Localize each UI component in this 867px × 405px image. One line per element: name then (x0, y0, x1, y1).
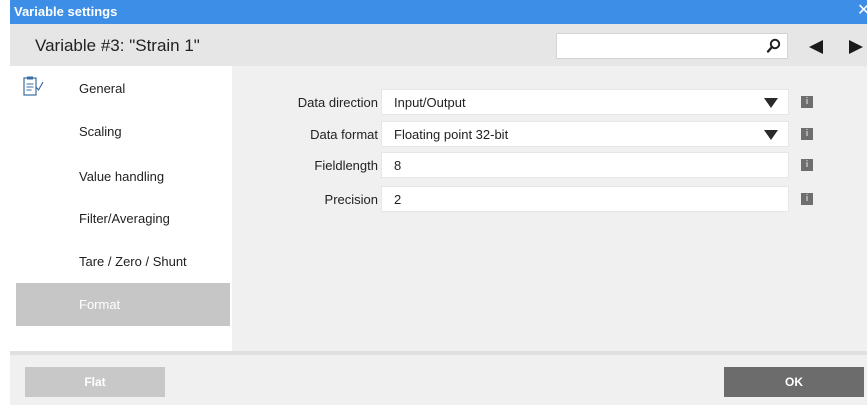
info-icon[interactable]: i (801, 96, 813, 108)
search-icon[interactable] (765, 37, 783, 55)
precision-value: 2 (394, 192, 402, 207)
data-format-dropdown[interactable]: Floating point 32-bit (381, 121, 789, 147)
previous-variable-icon[interactable] (808, 39, 824, 55)
sidebar-item-label: Scaling (79, 124, 122, 139)
fieldlength-input[interactable]: 8 (381, 152, 789, 178)
variable-title: Variable #3: "Strain 1" (35, 36, 200, 55)
data-format-value: Floating point 32-bit (394, 127, 509, 142)
data-direction-value: Input/Output (394, 95, 466, 110)
title-bar: Variable settings ✕ (10, 0, 867, 24)
flat-button[interactable]: Flat (25, 367, 165, 397)
dialog-footer: Flat OK (10, 355, 867, 405)
sidebar-item-label: Format (79, 297, 121, 312)
chevron-down-icon (764, 130, 778, 140)
data-format-label: Data format (310, 127, 378, 142)
sidebar-item-label: Tare / Zero / Shunt (79, 254, 187, 269)
search-box (556, 33, 788, 59)
precision-label: Precision (324, 192, 378, 207)
variable-settings-window: Variable settings ✕ Variable #3: "Strain… (10, 0, 867, 405)
sidebar-item-tare-zero-shunt[interactable]: Tare / Zero / Shunt (16, 240, 230, 283)
sidebar-item-format[interactable]: Format (16, 283, 230, 326)
variable-header: Variable #3: "Strain 1" (10, 24, 867, 66)
sidebar-item-general[interactable]: General (16, 67, 230, 110)
sidebar-item-label: Value handling (79, 169, 165, 184)
sidebar-item-value-handling[interactable]: Value handling (16, 155, 230, 198)
ok-button[interactable]: OK (724, 367, 864, 397)
sidebar-item-label: Filter/Averaging (79, 211, 170, 226)
settings-sidebar: General Scaling Value handling Filter/Av… (10, 66, 232, 351)
data-format-row: Data format Floating point 32-bit i (232, 121, 867, 147)
info-icon[interactable]: i (801, 193, 813, 205)
info-icon[interactable]: i (801, 159, 813, 171)
format-settings-panel: Data direction Input/Output i Data forma… (232, 66, 867, 351)
close-icon[interactable]: ✕ (857, 3, 867, 19)
sidebar-item-label: General (79, 81, 126, 96)
next-variable-icon[interactable] (848, 39, 864, 55)
sidebar-item-filter-averaging[interactable]: Filter/Averaging (16, 197, 230, 240)
chevron-down-icon (764, 98, 778, 108)
precision-input[interactable]: 2 (381, 186, 789, 212)
sidebar-item-scaling[interactable]: Scaling (16, 110, 230, 153)
precision-row: Precision 2 i (232, 186, 867, 212)
data-direction-row: Data direction Input/Output i (232, 89, 867, 115)
fieldlength-label: Fieldlength (314, 158, 378, 173)
data-direction-label: Data direction (297, 95, 378, 110)
window-title: Variable settings (14, 4, 118, 19)
info-icon[interactable]: i (801, 128, 813, 140)
search-input[interactable] (557, 34, 764, 58)
fieldlength-row: Fieldlength 8 i (232, 152, 867, 178)
fieldlength-value: 8 (394, 158, 402, 173)
data-direction-dropdown[interactable]: Input/Output (381, 89, 789, 115)
